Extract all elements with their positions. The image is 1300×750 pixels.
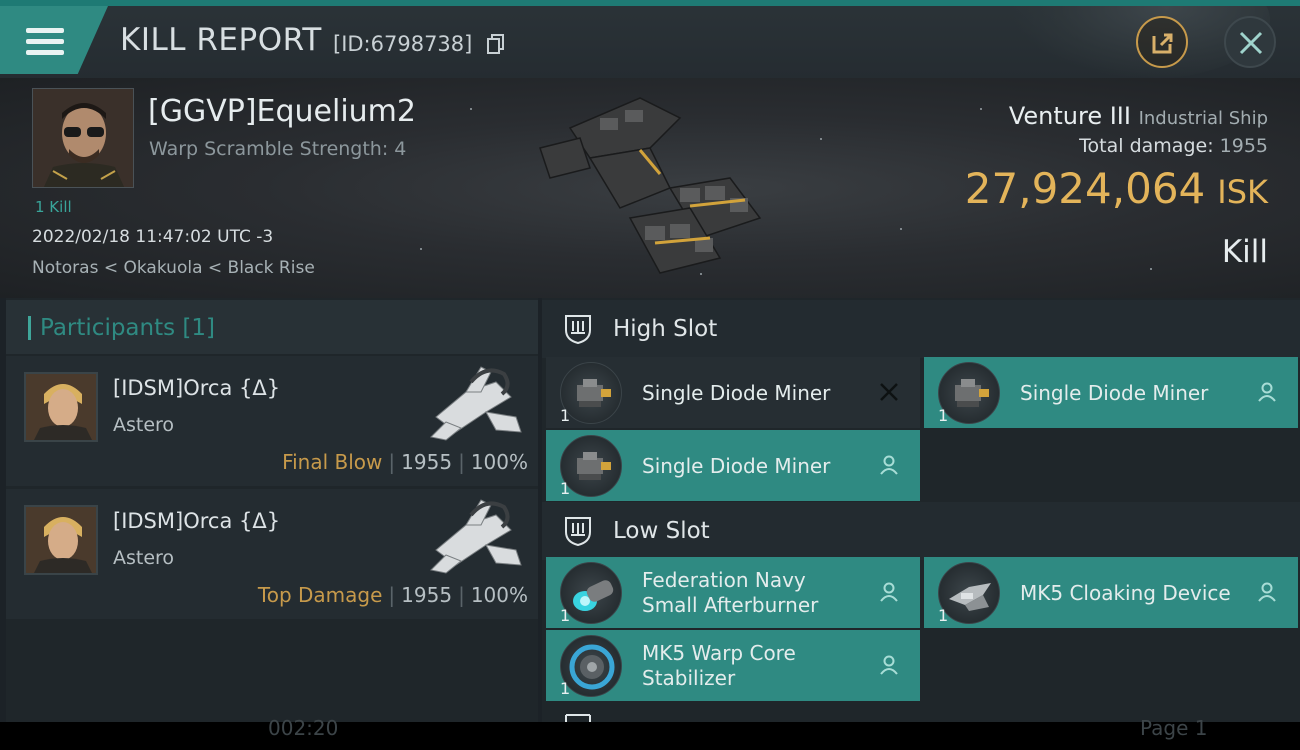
close-icon (1239, 31, 1263, 55)
hamburger-icon (26, 28, 64, 56)
kill-type: Kill (1221, 234, 1268, 270)
isk-amount: 27,924,064 (964, 164, 1206, 213)
mid-slot-icon (565, 714, 591, 722)
ship-class: Industrial Ship (1138, 108, 1268, 129)
high-slot-title: High Slot (613, 316, 718, 342)
participant-ship: Astero (113, 414, 175, 436)
participant-portrait[interactable] (24, 505, 98, 575)
share-icon (1152, 33, 1173, 54)
module-slot[interactable]: 1 Single Diode Miner (924, 357, 1298, 428)
person-icon (880, 455, 898, 475)
module-name: Single Diode Miner (1020, 381, 1209, 405)
module-quantity: 1 (560, 679, 571, 698)
header-accent-line (0, 0, 1300, 6)
destroyed-icon (880, 383, 898, 401)
person-icon (1258, 582, 1276, 602)
victim-kill-count: 1 Kill (35, 198, 72, 216)
participant-stats: Final Blow | 1955 | 100% (282, 450, 528, 474)
module-name: Federation Navy Small Afterburner (642, 568, 818, 618)
page-title: KILL REPORT (120, 22, 322, 58)
person-icon (880, 655, 898, 675)
module-quantity: 1 (560, 406, 571, 425)
module-quantity: 1 (560, 606, 571, 625)
participant-damage: 1955 (401, 450, 453, 474)
participant-damage: 1955 (401, 583, 453, 607)
participant-row[interactable]: [IDSM]Orca {Δ} Astero Final Blow | 1955 | 10… (6, 356, 538, 486)
module-name-line1: Federation Navy (642, 568, 806, 592)
report-id: [ID:6798738] (333, 32, 473, 56)
page-indicator[interactable]: Page 1 (1140, 716, 1208, 740)
bottom-bar (0, 722, 1300, 750)
low-slot-title: Low Slot (613, 518, 710, 544)
close-button[interactable] (1224, 16, 1276, 68)
low-slot-icon (565, 517, 591, 547)
module-slot[interactable]: 1 Single Diode Miner (546, 357, 920, 428)
share-button[interactable] (1136, 16, 1188, 68)
participant-name[interactable]: [IDSM]Orca {Δ} (113, 376, 280, 400)
total-damage-value: 1955 (1219, 135, 1268, 157)
participant-ship: Astero (113, 547, 175, 569)
participants-accent (28, 316, 31, 340)
module-slot[interactable]: 1 MK5 Cloaking Device (924, 557, 1298, 628)
menu-button[interactable] (0, 6, 108, 74)
isk-value: 27,924,064 ISK (965, 164, 1268, 213)
bottom-left-text: 002:20 (268, 716, 339, 740)
participants-header: Participants [1] (6, 300, 538, 354)
low-slot-header: Low Slot (542, 502, 1300, 560)
participant-name[interactable]: [IDSM]Orca {Δ} (113, 509, 280, 533)
module-name-line1: MK5 Warp Core (642, 641, 796, 665)
copy-icon[interactable] (487, 34, 505, 54)
fitting-panel: High Slot 1 Single Diode Miner 1 Single … (542, 298, 1300, 722)
high-slot-header: High Slot (542, 300, 1300, 358)
participant-percent: 100% (470, 583, 528, 607)
final-blow-label: Final Blow (282, 450, 383, 474)
high-slot-icon (565, 315, 591, 345)
total-damage-label: Total damage: (1079, 135, 1214, 157)
module-slot[interactable]: 1 Single Diode Miner (546, 430, 920, 501)
victim-banner: [GGVP]Equelium2 Warp Scramble Strength: … (0, 78, 1300, 298)
ship-name-text: Venture III (1008, 102, 1131, 130)
module-name-line2: Small Afterburner (642, 593, 819, 617)
module-quantity: 1 (560, 479, 571, 498)
participant-stats: Top Damage | 1955 | 100% (257, 583, 528, 607)
participant-ship-image[interactable] (426, 495, 526, 577)
participants-panel: Participants [1] [IDSM]Orca {Δ} Astero F… (6, 298, 538, 722)
module-name-line2: Stabilizer (642, 666, 736, 690)
module-name: MK5 Warp Core Stabilizer (642, 641, 796, 691)
kill-location[interactable]: Notoras < Okakuola < Black Rise (32, 258, 315, 278)
participant-portrait[interactable] (24, 372, 98, 442)
participants-count: [1] (182, 315, 216, 341)
victim-pilot-name[interactable]: [GGVP]Equelium2 (148, 94, 416, 129)
header-bar: KILL REPORT [ID:6798738] (0, 0, 1300, 80)
module-quantity: 1 (938, 406, 949, 425)
kill-report-window: KILL REPORT [ID:6798738] [GGVP]Equelium2… (0, 0, 1300, 722)
module-slot[interactable]: 1 MK5 Warp Core Stabilizer (546, 630, 920, 701)
person-icon (1258, 382, 1276, 402)
participant-row[interactable]: [IDSM]Orca {Δ} Astero Top Damage | 1955 | 10… (6, 489, 538, 619)
module-name: Single Diode Miner (642, 381, 831, 405)
module-name: MK5 Cloaking Device (1020, 581, 1231, 605)
victim-ship-image[interactable] (530, 88, 770, 288)
top-damage-label: Top Damage (257, 583, 383, 607)
victim-portrait[interactable] (32, 88, 134, 188)
isk-unit: ISK (1217, 173, 1268, 211)
warp-scramble-strength: Warp Scramble Strength: 4 (149, 138, 407, 160)
module-slot[interactable]: 1 Federation Navy Small Afterburner (546, 557, 920, 628)
participants-title: Participants [1] (40, 315, 215, 341)
kill-datetime: 2022/02/18 11:47:02 UTC -3 (32, 227, 274, 247)
person-icon (880, 582, 898, 602)
participant-ship-image[interactable] (426, 362, 526, 444)
participant-percent: 100% (470, 450, 528, 474)
module-quantity: 1 (938, 606, 949, 625)
module-name: Single Diode Miner (642, 454, 831, 478)
victim-ship-name[interactable]: Venture III Industrial Ship (1009, 102, 1268, 130)
total-damage: Total damage: 1955 (1079, 135, 1268, 157)
participants-title-text: Participants (40, 315, 176, 341)
